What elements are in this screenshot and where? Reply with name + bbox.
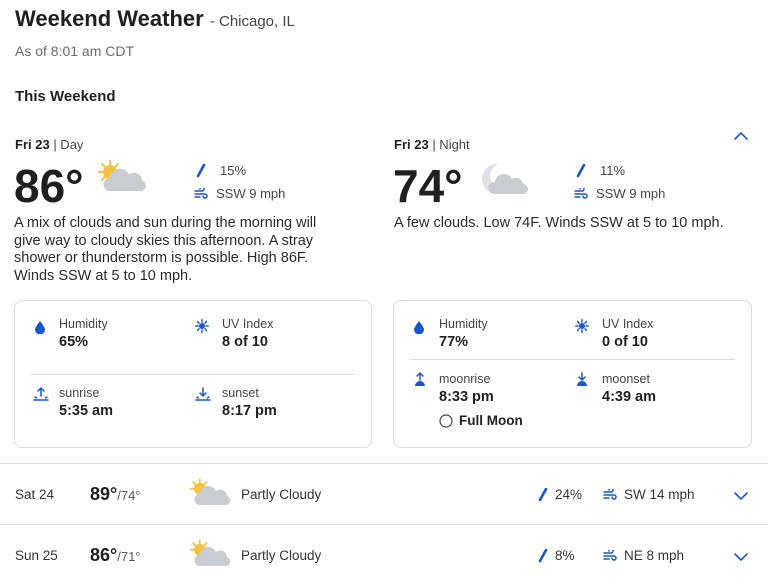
partly-cloudy-night-icon <box>482 163 528 194</box>
sunset-icon <box>195 387 211 401</box>
card-divider <box>31 374 355 375</box>
day-sunset: sunset 8:17 pm <box>222 386 277 419</box>
night-period-label: Fri 23 | Night <box>394 137 470 152</box>
precip-icon <box>196 163 206 177</box>
day-wind: SSW 9 mph <box>194 186 285 201</box>
row-wind: SW 14 mph <box>603 487 695 502</box>
row-condition: Partly Cloudy <box>241 548 322 563</box>
uv-index-icon <box>575 319 589 333</box>
uv-index-icon <box>195 319 209 333</box>
night-humidity: Humidity 77% <box>439 317 488 350</box>
partly-cloudy-icon <box>189 478 231 505</box>
humidity-icon <box>35 321 45 334</box>
night-moonrise: moonrise 8:33 pm <box>439 372 494 405</box>
location-text: - Chicago, IL <box>209 13 295 30</box>
wind-icon <box>603 549 617 561</box>
precip-icon <box>538 548 548 562</box>
chevron-up-icon[interactable] <box>733 131 749 141</box>
partly-cloudy-icon <box>189 539 231 566</box>
chevron-down-icon[interactable] <box>733 491 749 501</box>
row-condition: Partly Cloudy <box>241 487 322 502</box>
day-precip: 15% <box>196 163 246 178</box>
chevron-down-icon[interactable] <box>733 552 749 562</box>
row-low: /74° <box>117 488 141 503</box>
day-humidity: Humidity 65% <box>59 317 108 350</box>
card-divider <box>410 359 735 360</box>
daily-row[interactable]: Sun 25 86°/71° Partly Cloudy 8% NE 8 mph <box>0 525 768 585</box>
row-low: /71° <box>117 549 141 564</box>
full-moon-icon <box>439 413 453 428</box>
humidity-icon <box>414 321 424 334</box>
day-date: Fri 23 <box>15 137 50 152</box>
night-moonset: moonset 4:39 am <box>602 372 657 405</box>
day-period: | Day <box>53 137 84 152</box>
page-title: Weekend Weather - Chicago, IL <box>15 6 295 32</box>
moon-phase: Full Moon <box>439 413 523 428</box>
row-high: 89° <box>90 484 118 504</box>
title-text: Weekend Weather <box>15 6 204 31</box>
partly-sunny-icon <box>98 160 146 191</box>
sunrise-icon <box>33 386 49 401</box>
wind-icon <box>574 187 588 199</box>
moonset-icon <box>577 372 587 386</box>
moonrise-icon <box>415 371 425 386</box>
day-period-label: Fri 23 | Day <box>15 137 83 152</box>
day-details-card: Humidity 65% UV Index 8 of 10 sunrise 5:… <box>14 300 372 448</box>
night-temperature: 74° <box>393 160 463 212</box>
row-precip: 24% <box>538 487 582 502</box>
day-uv-index: UV Index 8 of 10 <box>222 317 274 350</box>
precip-icon <box>576 163 586 177</box>
row-day: Sat 24 <box>15 487 55 502</box>
night-uv-index: UV Index 0 of 10 <box>602 317 654 350</box>
wind-icon <box>603 488 617 500</box>
section-heading: This Weekend <box>15 88 116 105</box>
day-sunrise: sunrise 5:35 am <box>59 386 114 419</box>
row-precip: 8% <box>538 548 575 563</box>
day-description: A mix of clouds and sun during the morni… <box>14 215 317 284</box>
wind-icon <box>194 187 208 199</box>
row-day: Sun 25 <box>15 548 58 563</box>
as-of-timestamp: As of 8:01 am CDT <box>15 43 135 59</box>
night-wind: SSW 9 mph <box>574 186 665 201</box>
daily-row[interactable]: Sat 24 89°/74° Partly Cloudy 24% SW 14 m… <box>0 464 768 524</box>
night-precip: 11% <box>576 163 625 178</box>
row-wind: NE 8 mph <box>603 548 684 563</box>
night-date: Fri 23 <box>394 137 429 152</box>
precip-icon <box>538 487 548 501</box>
row-temps: 86°/71° <box>90 545 141 566</box>
row-high: 86° <box>90 545 118 565</box>
day-temperature: 86° <box>14 160 84 212</box>
night-details-card: Humidity 77% UV Index 0 of 10 moonrise 8… <box>393 300 752 448</box>
night-description: A few clouds. Low 74F. Winds SSW at 5 to… <box>394 215 724 231</box>
night-period: | Night <box>432 137 470 152</box>
row-temps: 89°/74° <box>90 484 141 505</box>
